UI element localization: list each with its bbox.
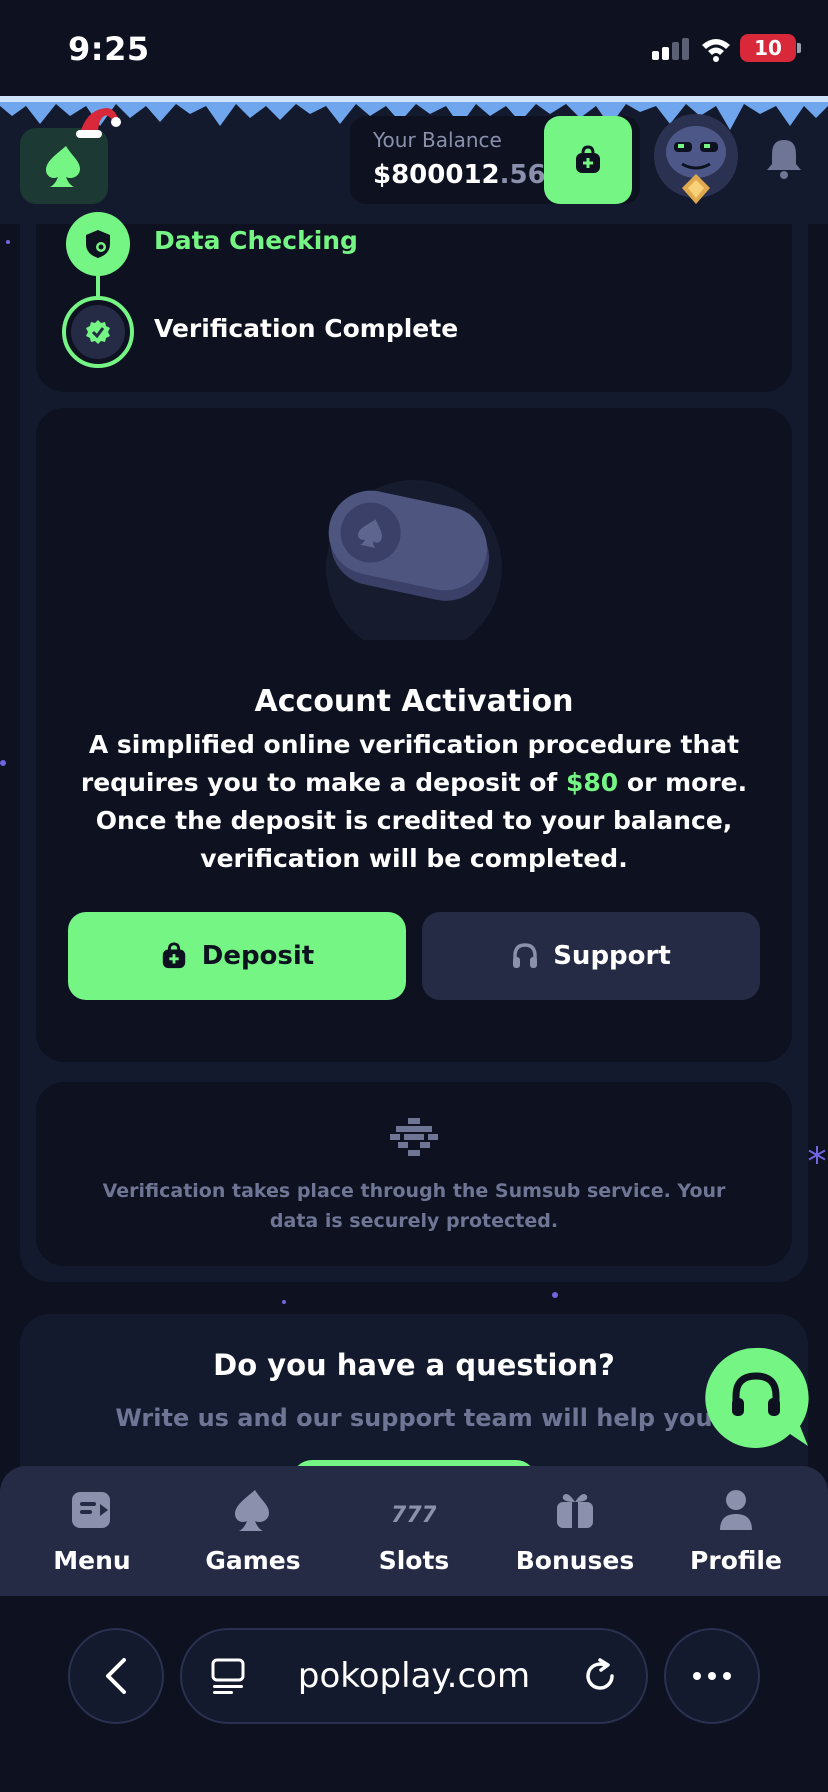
wifi-icon <box>702 39 730 62</box>
spade-icon <box>235 1490 269 1531</box>
app-logo[interactable] <box>20 128 108 204</box>
step-label-verification-complete: Verification Complete <box>154 314 459 343</box>
browser-back-button[interactable] <box>68 1628 164 1724</box>
wallet-plus-icon <box>162 942 185 969</box>
nav-label-profile: Profile <box>690 1546 782 1575</box>
balance-label: Your Balance <box>373 128 502 152</box>
sparkle-decoration <box>0 760 6 766</box>
activation-title: Account Activation <box>254 684 574 719</box>
nav-item-bonuses[interactable]: Bonuses <box>505 1484 645 1584</box>
sparkle-decoration <box>6 240 10 244</box>
step-data-checking-marker <box>66 212 130 276</box>
step-verification-complete-marker <box>62 296 134 368</box>
status-time: 9:25 <box>68 30 150 68</box>
balance-main: $800012 <box>373 160 500 190</box>
shield-search-icon <box>86 230 110 258</box>
nav-item-menu[interactable]: Menu <box>22 1484 162 1584</box>
live-chat-button[interactable] <box>700 1342 812 1454</box>
reload-icon[interactable] <box>580 1656 620 1696</box>
battery-cap <box>797 43 801 53</box>
nav-label-slots: Slots <box>378 1546 450 1575</box>
support-button[interactable]: Support <box>422 912 760 1000</box>
gift-icon <box>557 1494 593 1528</box>
battery-level: 10 <box>754 36 782 60</box>
nav-item-games[interactable]: Games <box>183 1484 323 1584</box>
slots-777-icon: 777 <box>392 1503 436 1528</box>
header-deposit-button[interactable] <box>544 116 632 204</box>
cellular-signal-icon <box>652 38 689 60</box>
balance-decimals: .56 <box>499 160 546 190</box>
sparkle-decoration <box>552 1292 558 1298</box>
svg-text:777: 777 <box>392 1503 436 1528</box>
step-label-data-checking: Data Checking <box>154 226 358 255</box>
support-button-label: Support <box>553 941 671 971</box>
deposit-button[interactable]: Deposit <box>68 912 406 1000</box>
wallet-plus-icon <box>576 145 600 173</box>
sumsub-logo-icon <box>390 1118 438 1156</box>
nav-label-menu: Menu <box>53 1546 131 1575</box>
question-title: Do you have a question? <box>213 1348 615 1382</box>
sumsub-info-card <box>36 1082 792 1266</box>
browser-more-button[interactable] <box>664 1628 760 1724</box>
nav-label-games: Games <box>205 1546 301 1575</box>
step2-inner <box>71 305 125 359</box>
snowflake-icon <box>808 1146 826 1164</box>
deposit-amount: $80 <box>566 768 619 797</box>
chevron-left-icon <box>106 1658 126 1694</box>
sumsub-note: Verification takes place through the Sum… <box>102 1180 726 1232</box>
nav-item-profile[interactable]: Profile <box>666 1484 806 1584</box>
toggle-switch-illustration <box>316 480 512 656</box>
notifications-bell-icon[interactable] <box>764 136 804 180</box>
step-connector <box>96 274 100 298</box>
menu-icon <box>72 1492 110 1528</box>
deposit-button-label: Deposit <box>201 941 315 971</box>
activation-description: A simplified online verification procedu… <box>60 726 768 878</box>
santa-hat-icon <box>76 108 121 138</box>
question-subtitle: Write us and our support team will help … <box>115 1404 713 1432</box>
spade-logo-icon <box>46 146 80 187</box>
nav-item-slots[interactable]: 777 Slots <box>344 1484 484 1584</box>
nav-label-bonuses: Bonuses <box>515 1546 635 1575</box>
battery-indicator: 10 <box>740 34 796 62</box>
user-icon <box>720 1490 752 1530</box>
verification-steps-card <box>36 224 792 392</box>
verified-badge-icon <box>86 320 110 344</box>
address-bar-url: pokoplay.com <box>297 1656 531 1696</box>
sparkle-decoration <box>282 1300 286 1304</box>
balance-value: $800012.56 <box>373 160 546 190</box>
headset-icon <box>513 943 538 968</box>
more-dots-icon <box>693 1672 731 1680</box>
user-avatar[interactable] <box>652 112 740 208</box>
